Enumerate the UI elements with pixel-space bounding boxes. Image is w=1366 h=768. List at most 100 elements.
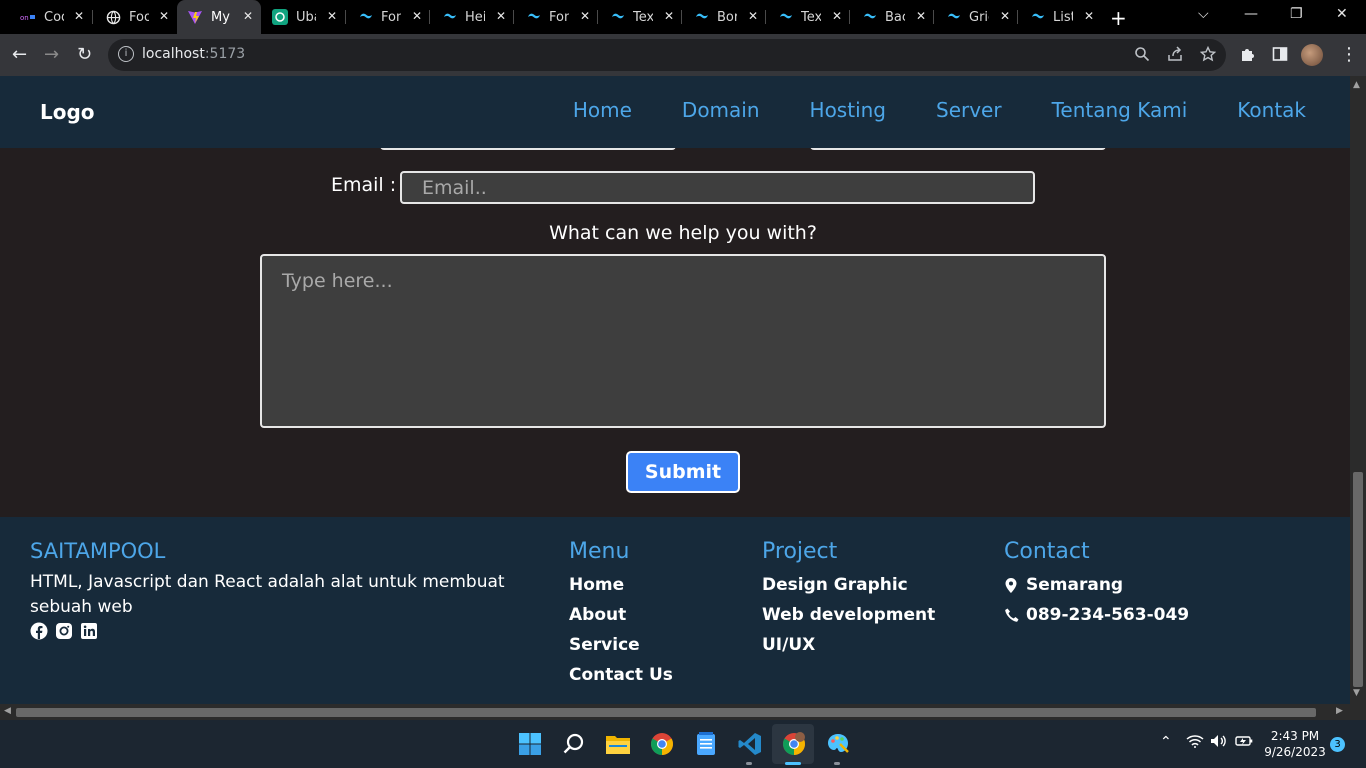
nav-link-server[interactable]: Server: [936, 98, 1002, 122]
tab-title: My: [211, 9, 230, 25]
nav-link-kontak[interactable]: Kontak: [1237, 98, 1306, 122]
forward-arrow-icon[interactable]: →: [44, 44, 59, 65]
close-icon[interactable]: ✕: [916, 9, 926, 23]
windows-start-icon[interactable]: [517, 731, 543, 757]
nav-link-home[interactable]: Home: [573, 98, 632, 122]
footer-menu-title: Menu: [569, 539, 630, 564]
paint-icon[interactable]: [825, 731, 851, 757]
footer-project-design-graphic[interactable]: Design Graphic: [762, 570, 935, 600]
chevron-up-icon[interactable]: ⌃: [1160, 734, 1172, 750]
running-indicator: [746, 762, 752, 765]
close-icon[interactable]: ✕: [412, 9, 422, 23]
submit-button[interactable]: Submit: [626, 451, 740, 493]
scrollbar-corner: [1350, 704, 1366, 720]
svg-text:on: on: [20, 14, 29, 22]
side-panel-icon[interactable]: [1272, 46, 1288, 66]
system-clock[interactable]: 2:43 PM 9/26/2023: [1262, 728, 1328, 760]
phone-icon: [1004, 607, 1022, 623]
restore-button[interactable]: ❐: [1290, 6, 1303, 22]
footer-project-title: Project: [762, 539, 838, 564]
close-icon[interactable]: ✕: [496, 9, 506, 23]
close-icon[interactable]: ✕: [327, 9, 337, 23]
notepad-icon[interactable]: [693, 731, 719, 757]
browser-tab[interactable]: Grid ✕: [934, 0, 1018, 34]
footer-link-contact-us[interactable]: Contact Us: [569, 660, 673, 690]
email-input[interactable]: [400, 171, 1035, 204]
vertical-scroll-thumb[interactable]: [1353, 472, 1363, 687]
zoom-icon[interactable]: [1134, 46, 1150, 66]
browser-tab[interactable]: Text ✕: [766, 0, 850, 34]
close-icon[interactable]: ✕: [159, 9, 169, 23]
footer-tagline: HTML, Javascript dan React adalah alat u…: [30, 572, 505, 617]
linkedin-icon[interactable]: [80, 622, 98, 640]
profile-avatar[interactable]: [1301, 44, 1323, 66]
vscode-icon[interactable]: [737, 731, 763, 757]
browser-tab[interactable]: Uba ✕: [261, 0, 345, 34]
tailwind-icon: [777, 9, 793, 25]
wifi-icon[interactable]: [1186, 734, 1204, 752]
search-icon[interactable]: [561, 731, 587, 757]
footer-link-home[interactable]: Home: [569, 570, 673, 600]
footer-phone-text[interactable]: 089-234-563-049: [1026, 600, 1189, 630]
chrome-icon[interactable]: [649, 731, 675, 757]
browser-tab[interactable]: Text ✕: [598, 0, 682, 34]
site-logo[interactable]: Logo: [40, 100, 95, 124]
browser-tab-active[interactable]: My ✕: [177, 0, 261, 34]
scroll-down-arrow-icon[interactable]: ▼: [1353, 688, 1360, 698]
close-icon[interactable]: ✕: [580, 9, 590, 23]
more-menu-icon[interactable]: ⋮: [1340, 44, 1358, 65]
footer-contact-phone: 089-234-563-049: [1004, 600, 1189, 630]
browser-tab[interactable]: Fon ✕: [346, 0, 430, 34]
volume-icon[interactable]: [1210, 734, 1228, 752]
browser-tab[interactable]: Bor ✕: [682, 0, 766, 34]
scroll-right-arrow-icon[interactable]: ▶: [1336, 706, 1343, 716]
close-icon[interactable]: ✕: [748, 9, 758, 23]
nav-link-tentang-kami[interactable]: Tentang Kami: [1052, 98, 1188, 122]
scroll-left-arrow-icon[interactable]: ◀: [4, 706, 11, 716]
close-window-button[interactable]: ✕: [1336, 6, 1348, 22]
vertical-scrollbar[interactable]: ▲ ▼: [1350, 76, 1366, 704]
site-navbar: Logo Home Domain Hosting Server Tentang …: [0, 76, 1350, 148]
reload-icon[interactable]: ↻: [77, 44, 92, 65]
close-icon[interactable]: ✕: [832, 9, 842, 23]
instagram-icon[interactable]: [55, 622, 73, 640]
tab-search-chevron-icon[interactable]: ⌵: [1198, 6, 1209, 22]
browser-tab[interactable]: Bac ✕: [850, 0, 934, 34]
browser-tab[interactable]: Hei ✕: [430, 0, 514, 34]
browser-tab[interactable]: Foo ✕: [93, 0, 177, 34]
browser-tab[interactable]: on Cod ✕: [8, 0, 92, 34]
bookmark-star-icon[interactable]: [1199, 45, 1217, 66]
share-icon[interactable]: [1167, 46, 1183, 66]
site-info-icon[interactable]: i: [118, 46, 134, 62]
tab-title: Text: [801, 9, 821, 25]
minimize-button[interactable]: —: [1244, 6, 1258, 22]
horizontal-scrollbar[interactable]: ◀ ▶: [0, 704, 1350, 720]
extensions-puzzle-icon[interactable]: [1240, 46, 1256, 66]
close-icon[interactable]: ✕: [1084, 9, 1094, 23]
facebook-icon[interactable]: [30, 622, 48, 640]
url-text[interactable]: localhost:5173: [142, 46, 245, 62]
close-icon[interactable]: ✕: [243, 9, 253, 23]
scroll-up-arrow-icon[interactable]: ▲: [1353, 80, 1360, 90]
chrome-profile-icon[interactable]: [781, 731, 807, 757]
footer-project-ui-ux[interactable]: UI/UX: [762, 630, 935, 660]
browser-tab[interactable]: Fon ✕: [514, 0, 598, 34]
close-icon[interactable]: ✕: [1000, 9, 1010, 23]
file-explorer-icon[interactable]: [605, 731, 631, 757]
nav-link-hosting[interactable]: Hosting: [810, 98, 886, 122]
new-tab-button[interactable]: +: [1110, 6, 1127, 30]
battery-icon[interactable]: [1235, 734, 1253, 752]
footer-project-web-development[interactable]: Web development: [762, 600, 935, 630]
browser-tab[interactable]: List ✕: [1018, 0, 1102, 34]
nav-link-domain[interactable]: Domain: [682, 98, 760, 122]
back-arrow-icon[interactable]: ←: [12, 44, 27, 65]
notification-badge[interactable]: 3: [1330, 737, 1345, 752]
close-icon[interactable]: ✕: [664, 9, 674, 23]
close-icon[interactable]: ✕: [74, 9, 84, 23]
footer-menu-column: Menu Home About Service Contact Us: [569, 539, 673, 690]
footer-link-service[interactable]: Service: [569, 630, 673, 660]
address-bar[interactable]: i localhost:5173: [108, 39, 1226, 71]
message-textarea[interactable]: [260, 254, 1106, 428]
footer-link-about[interactable]: About: [569, 600, 673, 630]
horizontal-scroll-thumb[interactable]: [16, 708, 1316, 717]
